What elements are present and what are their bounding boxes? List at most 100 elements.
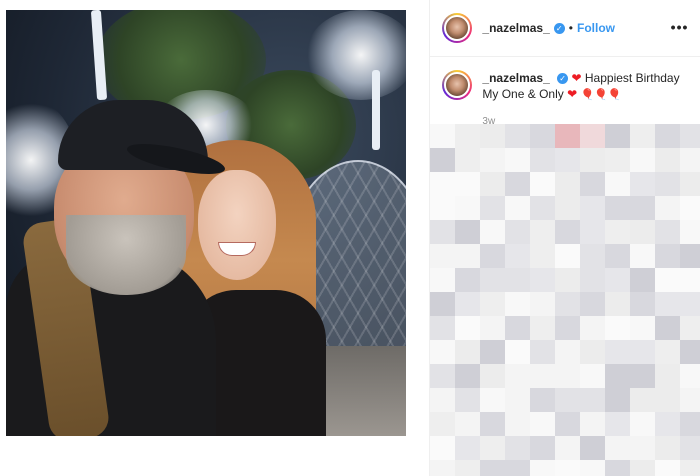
blurred-tile	[655, 196, 682, 220]
blurred-tile	[430, 292, 457, 316]
blurred-tile	[455, 364, 482, 388]
blurred-tile	[580, 196, 607, 220]
caption-line2: My One & Only	[482, 87, 564, 101]
blurred-tile	[530, 412, 557, 436]
blurred-tile	[630, 268, 657, 292]
verified-icon: ✓	[553, 22, 565, 34]
heart-icon: ❤	[571, 71, 582, 85]
blurred-tile	[480, 340, 507, 364]
heart-icon: ❤	[567, 87, 578, 101]
blurred-tile	[580, 292, 607, 316]
blurred-tile	[580, 268, 607, 292]
blurred-tile	[605, 196, 632, 220]
blurred-tile	[580, 244, 607, 268]
blurred-tile	[555, 388, 582, 412]
blurred-tile	[605, 364, 632, 388]
blurred-tile	[430, 124, 457, 148]
blurred-tile	[455, 388, 482, 412]
blurred-tile	[480, 148, 507, 172]
blurred-tile	[455, 268, 482, 292]
blurred-tile	[580, 460, 607, 476]
blurred-tile	[605, 292, 632, 316]
blurred-tile	[480, 292, 507, 316]
blurred-tile	[605, 220, 632, 244]
blurred-tile	[655, 340, 682, 364]
blurred-tile	[630, 220, 657, 244]
blurred-tile	[580, 412, 607, 436]
blurred-tile	[555, 292, 582, 316]
blurred-tile	[530, 244, 557, 268]
blurred-tile	[530, 460, 557, 476]
blurred-tile	[530, 436, 557, 460]
blurred-tile	[430, 196, 457, 220]
blurred-tile	[555, 340, 582, 364]
blurred-tile	[680, 316, 700, 340]
verified-icon: ✓	[557, 73, 569, 85]
caption-username[interactable]: _nazelmas_	[482, 71, 549, 85]
blurred-tile	[580, 340, 607, 364]
separator-dot: •	[568, 21, 573, 35]
avatar[interactable]	[442, 13, 473, 43]
blurred-tile	[580, 436, 607, 460]
blurred-tile	[505, 340, 532, 364]
blurred-tile	[655, 436, 682, 460]
blurred-tile	[555, 196, 582, 220]
blurred-tile	[505, 364, 532, 388]
blurred-tile	[430, 268, 457, 292]
blurred-tile	[505, 388, 532, 412]
blurred-tile	[680, 364, 700, 388]
blurred-tile	[580, 388, 607, 412]
blurred-tile	[455, 340, 482, 364]
blurred-tile	[580, 124, 607, 148]
blurred-tile	[480, 412, 507, 436]
blurred-tile	[605, 388, 632, 412]
blurred-tile	[455, 292, 482, 316]
more-options-icon[interactable]: •••	[671, 19, 689, 35]
lit-tree-trunk	[372, 70, 380, 150]
post-photo[interactable]	[6, 10, 406, 436]
blurred-tile	[555, 436, 582, 460]
blurred-tile	[580, 316, 607, 340]
blurred-tile	[530, 172, 557, 196]
blurred-tile	[530, 196, 557, 220]
blurred-tile	[555, 460, 582, 476]
blurred-tile	[430, 460, 457, 476]
blurred-tile	[630, 436, 657, 460]
blurred-tile	[505, 124, 532, 148]
blurred-tile	[455, 172, 482, 196]
blurred-tile	[655, 172, 682, 196]
avatar[interactable]	[442, 70, 473, 100]
blurred-tile	[555, 412, 582, 436]
blurred-tile	[530, 124, 557, 148]
blurred-tile	[480, 436, 507, 460]
blurred-tile	[680, 148, 700, 172]
follow-button[interactable]: Follow	[577, 21, 615, 35]
blurred-tile	[580, 148, 607, 172]
blurred-tile	[505, 244, 532, 268]
blurred-tile	[430, 316, 457, 340]
blurred-tile	[455, 196, 482, 220]
username-link[interactable]: _nazelmas_	[482, 21, 549, 35]
blurred-tile	[630, 340, 657, 364]
blurred-tile	[455, 220, 482, 244]
blurred-tile	[530, 364, 557, 388]
caption: _nazelmas_ ✓ ❤ Happiest Birthday My One …	[442, 70, 692, 103]
blurred-tile	[480, 124, 507, 148]
blurred-tile	[505, 316, 532, 340]
blurred-tile	[480, 244, 507, 268]
blurred-tile	[455, 124, 482, 148]
caption-line1: Happiest Birthday	[584, 71, 680, 85]
blurred-tile	[680, 172, 700, 196]
blurred-tile	[680, 340, 700, 364]
blurred-tile	[455, 460, 482, 476]
blurred-tile	[555, 316, 582, 340]
blurred-tile	[605, 124, 632, 148]
lit-tree-lights	[306, 10, 406, 100]
man-beard	[66, 215, 186, 295]
blurred-tile	[605, 460, 632, 476]
blurred-tile	[630, 124, 657, 148]
blurred-tile	[630, 316, 657, 340]
blurred-tile	[430, 148, 457, 172]
blurred-tile	[605, 412, 632, 436]
blurred-tile	[480, 268, 507, 292]
